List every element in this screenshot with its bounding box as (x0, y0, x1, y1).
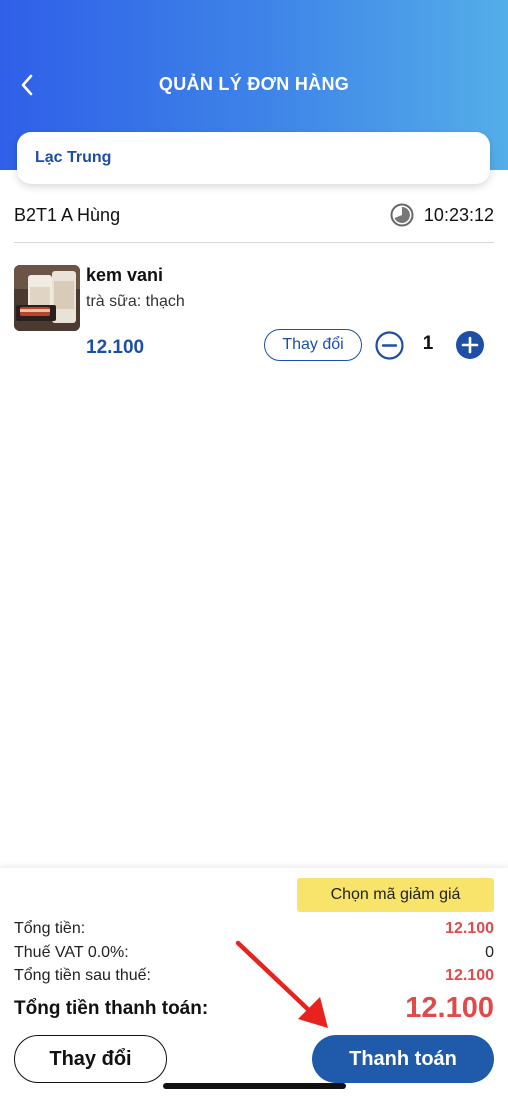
quantity-value: 1 (422, 333, 434, 354)
table-label: B2T1 A Hùng (14, 204, 121, 225)
home-indicator (163, 1083, 346, 1089)
item-name: kem vani (86, 265, 164, 285)
store-card[interactable]: Lạc Trung (17, 132, 490, 184)
order-time: 10:23:12 (390, 203, 494, 227)
grand-total-value: 12.100 (405, 992, 494, 1024)
store-name: Lạc Trung (35, 149, 112, 166)
clock-icon (390, 203, 414, 227)
minus-icon[interactable] (375, 331, 404, 360)
coupon-button[interactable]: Chọn mã giảm giá (297, 878, 494, 912)
after-tax-label: Tổng tiền sau thuế: (14, 967, 151, 984)
divider (14, 242, 494, 243)
vat-value: 0 (485, 944, 494, 961)
total-label: Tổng tiền: (14, 920, 86, 937)
annotation-arrow-icon (235, 940, 328, 1028)
page-title: QUẢN LÝ ĐƠN HÀNG (158, 74, 350, 94)
grand-total-label: Tổng tiền thanh toán: (14, 997, 209, 1019)
change-order-button[interactable]: Thay đổi (14, 1035, 167, 1083)
list-item: kem vani trà sữa: thạch 12.100 Thay đổi … (14, 265, 494, 375)
item-option: trà sữa: thạch (86, 293, 185, 310)
pay-button[interactable]: Thanh toán (312, 1035, 494, 1083)
item-change-button[interactable]: Thay đổi (264, 329, 362, 361)
drink-photo-icon (14, 265, 80, 331)
table-info-row: B2T1 A Hùng 10:23:12 (14, 200, 494, 230)
time-value: 10:23:12 (423, 204, 494, 225)
item-thumbnail (14, 265, 80, 331)
plus-icon[interactable] (455, 330, 485, 360)
item-price: 12.100 (86, 337, 145, 358)
total-value: 12.100 (445, 920, 494, 937)
after-tax-value: 12.100 (445, 967, 494, 984)
vat-label: Thuế VAT 0.0%: (14, 944, 129, 961)
